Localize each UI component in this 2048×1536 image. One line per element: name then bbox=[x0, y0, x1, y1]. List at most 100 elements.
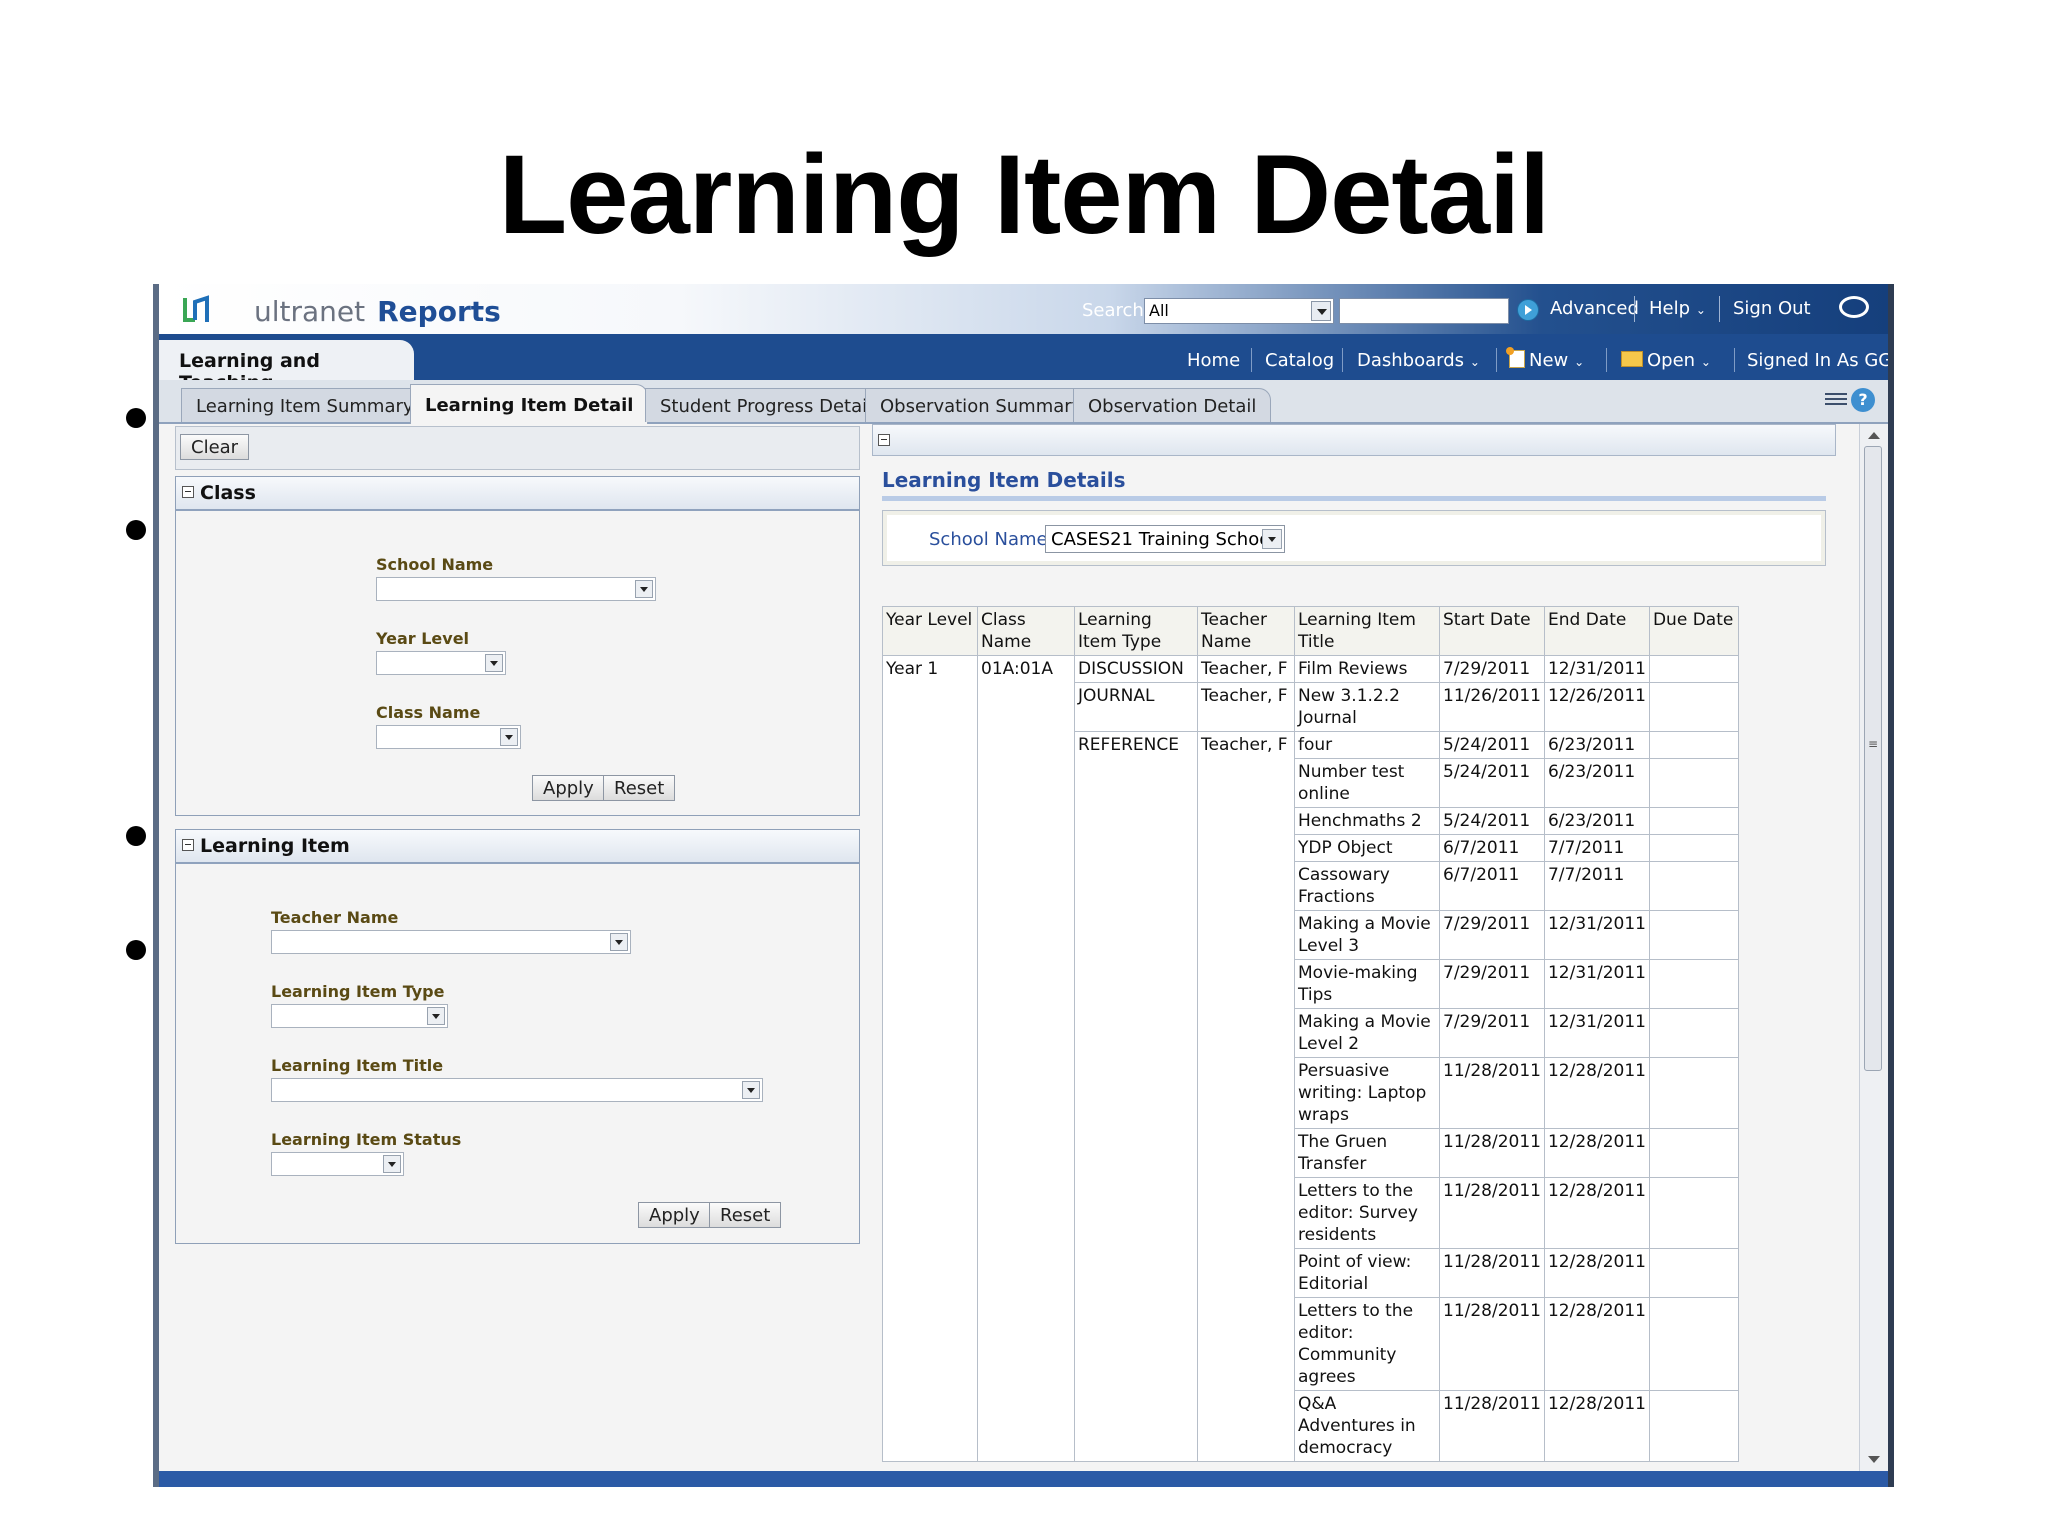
chevron-down-icon[interactable] bbox=[500, 728, 518, 746]
collapse-icon[interactable] bbox=[182, 839, 194, 851]
table-cell: Cassowary Fractions bbox=[1294, 861, 1440, 911]
table-cell: 5/24/2011 bbox=[1439, 758, 1545, 808]
dashboard-content: Clear Class School Name Year Level Class… bbox=[159, 424, 1860, 1471]
chevron-down-icon[interactable] bbox=[610, 933, 628, 951]
table-cell: 12/31/2011 bbox=[1543, 1008, 1650, 1058]
nav-home[interactable]: Home bbox=[1187, 350, 1240, 371]
collapse-icon[interactable] bbox=[878, 434, 890, 446]
table-row: Year 1 01A:01A DISCUSSION Teacher, F Film Re… bbox=[882, 655, 1739, 1462]
table-cell: Teacher, F bbox=[1197, 655, 1295, 683]
year-level-select[interactable] bbox=[376, 651, 506, 675]
divider bbox=[882, 496, 1826, 501]
table-cell: Teacher, F bbox=[1197, 731, 1295, 1462]
table-cell bbox=[1648, 731, 1739, 759]
chevron-down-icon: ⌄ bbox=[1466, 355, 1480, 369]
product-name: Reports bbox=[377, 295, 501, 328]
sign-out-link[interactable]: Sign Out bbox=[1733, 298, 1811, 319]
separator bbox=[1496, 348, 1497, 372]
tab-observation-summary[interactable]: Observation Summary bbox=[865, 388, 1098, 422]
vertical-scrollbar[interactable] bbox=[1859, 424, 1888, 1471]
table-cell: 01A:01A bbox=[977, 655, 1075, 1462]
advanced-link[interactable]: Advanced bbox=[1550, 298, 1639, 319]
class-reset-button[interactable]: Reset bbox=[603, 775, 676, 801]
table-cell: 11/26/2011 bbox=[1439, 682, 1545, 732]
table-cell: 12/31/2011 bbox=[1543, 959, 1650, 1009]
tab-learning-item-summary[interactable]: Learning Item Summary bbox=[181, 388, 429, 422]
table-cell: Number test online bbox=[1294, 758, 1440, 808]
column-header: Due Date bbox=[1648, 606, 1739, 656]
chevron-down-icon[interactable] bbox=[427, 1007, 445, 1025]
search-scope-select[interactable]: All bbox=[1144, 298, 1334, 324]
table-cell: 12/28/2011 bbox=[1543, 1177, 1650, 1249]
tab-observation-detail[interactable]: Observation Detail bbox=[1073, 388, 1272, 422]
table-cell: JOURNAL bbox=[1074, 682, 1198, 732]
table-cell: 7/29/2011 bbox=[1439, 959, 1545, 1009]
learning-item-reset-button[interactable]: Reset bbox=[709, 1202, 782, 1228]
table-cell: Movie-making Tips bbox=[1294, 959, 1440, 1009]
learning-item-status-select[interactable] bbox=[271, 1152, 404, 1176]
dashboards-label: Dashboards bbox=[1357, 350, 1465, 371]
reports-window: ultranet Reports Search All Advanced Help… bbox=[153, 284, 1894, 1487]
nav-catalog[interactable]: Catalog bbox=[1265, 350, 1334, 371]
new-label: New bbox=[1529, 350, 1569, 371]
new-document-icon bbox=[1506, 347, 1525, 368]
nav-dashboards[interactable]: Dashboards ⌄ bbox=[1357, 350, 1480, 371]
scroll-down-icon[interactable] bbox=[1868, 1456, 1880, 1463]
help-icon[interactable]: ? bbox=[1851, 388, 1875, 412]
clear-button[interactable]: Clear bbox=[180, 434, 250, 460]
table-cell: Making a Movie Level 2 bbox=[1294, 1008, 1440, 1058]
table-cell: Making a Movie Level 3 bbox=[1294, 910, 1440, 960]
table-cell: 12/28/2011 bbox=[1543, 1248, 1650, 1298]
bullet-point bbox=[126, 826, 146, 846]
table-cell: 5/24/2011 bbox=[1439, 731, 1545, 759]
learning-item-status-label: Learning Item Status bbox=[271, 1130, 462, 1149]
table-cell bbox=[1648, 655, 1739, 683]
tab-learning-item-detail[interactable]: Learning Item Detail bbox=[410, 384, 649, 424]
chevron-down-icon[interactable] bbox=[742, 1081, 760, 1099]
chevron-down-icon[interactable] bbox=[1262, 529, 1282, 549]
class-apply-button[interactable]: Apply bbox=[532, 775, 605, 801]
table-cell: 12/28/2011 bbox=[1543, 1297, 1650, 1391]
table-cell: Teacher, F bbox=[1197, 682, 1295, 732]
help-menu[interactable]: Help ⌄ bbox=[1649, 298, 1706, 319]
class-section-header: Class bbox=[176, 477, 859, 511]
school-name-select[interactable] bbox=[376, 577, 656, 601]
table-cell bbox=[1648, 682, 1739, 732]
page-options-icon[interactable] bbox=[1825, 390, 1847, 408]
learning-item-type-select[interactable] bbox=[271, 1004, 448, 1028]
chat-icon[interactable] bbox=[1839, 296, 1869, 318]
search-go-icon[interactable] bbox=[1517, 299, 1539, 321]
nav-open[interactable]: Open ⌄ bbox=[1621, 350, 1711, 371]
table-cell: 6/7/2011 bbox=[1439, 834, 1545, 862]
open-label: Open bbox=[1647, 350, 1696, 371]
table-cell: 7/29/2011 bbox=[1439, 910, 1545, 960]
separator bbox=[1251, 348, 1252, 372]
teacher-name-select[interactable] bbox=[271, 930, 631, 954]
chevron-down-icon[interactable] bbox=[1311, 301, 1331, 321]
learning-item-apply-button[interactable]: Apply bbox=[638, 1202, 711, 1228]
brand-name: ultranet bbox=[254, 295, 366, 328]
chevron-down-icon[interactable] bbox=[635, 580, 653, 598]
collapse-icon[interactable] bbox=[182, 486, 194, 498]
search-input[interactable] bbox=[1339, 298, 1509, 324]
learning-item-title-select[interactable] bbox=[271, 1078, 763, 1102]
nav-new[interactable]: New ⌄ bbox=[1506, 347, 1584, 371]
table-cell bbox=[1648, 1177, 1739, 1249]
table-cell: 6/7/2011 bbox=[1439, 861, 1545, 911]
scroll-thumb[interactable] bbox=[1864, 446, 1882, 1071]
school-name-prompt-select[interactable]: CASES21 Training School bbox=[1045, 525, 1285, 553]
search-scope-value: All bbox=[1149, 301, 1169, 320]
year-level-label: Year Level bbox=[376, 629, 470, 648]
table-cell: 6/23/2011 bbox=[1543, 731, 1650, 759]
school-name-prompt-label: School Name bbox=[929, 529, 1048, 550]
chevron-down-icon[interactable] bbox=[485, 654, 503, 672]
scroll-up-icon[interactable] bbox=[1868, 432, 1880, 439]
table-cell: 7/29/2011 bbox=[1439, 655, 1545, 683]
tab-student-progress-detail[interactable]: Student Progress Detail bbox=[645, 388, 888, 422]
table-cell bbox=[1648, 1248, 1739, 1298]
chevron-down-icon[interactable] bbox=[383, 1155, 401, 1173]
learning-item-section-title: Learning Item bbox=[200, 835, 350, 857]
table-cell: 12/28/2011 bbox=[1543, 1128, 1650, 1178]
class-name-select[interactable] bbox=[376, 725, 521, 749]
table-cell: 11/28/2011 bbox=[1439, 1057, 1545, 1129]
